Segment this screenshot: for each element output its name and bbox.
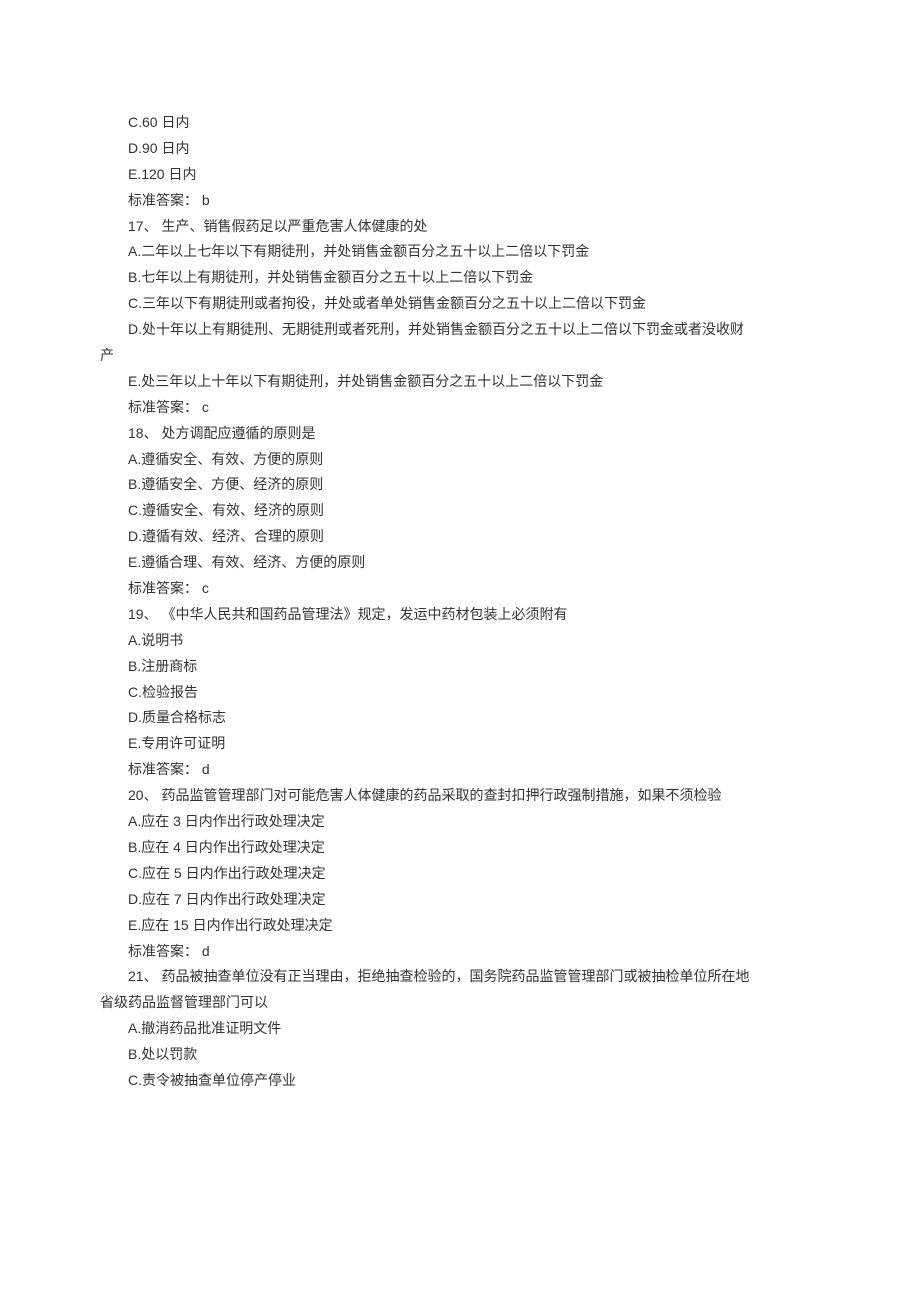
q16-option-c: C.60 日内 — [100, 110, 820, 136]
q19-option-b: B.注册商标 — [100, 654, 820, 680]
q19-option-c: C.检验报告 — [100, 680, 820, 706]
q17-option-d-part2: 产 — [100, 343, 820, 369]
q16-option-d: D.90 日内 — [100, 136, 820, 162]
q17-option-a: A.二年以上七年以下有期徒刑，并处销售金额百分之五十以上二倍以下罚金 — [100, 239, 820, 265]
q20-option-e: E.应在 15 日内作出行政处理决定 — [100, 913, 820, 939]
q20-option-d: D.应在 7 日内作出行政处理决定 — [100, 887, 820, 913]
q17-option-e: E.处三年以上十年以下有期徒刑，并处销售金额百分之五十以上二倍以下罚金 — [100, 369, 820, 395]
q18-option-b: B.遵循安全、方便、经济的原则 — [100, 472, 820, 498]
q18-option-a: A.遵循安全、有效、方便的原则 — [100, 447, 820, 473]
q18-answer: 标准答案： c — [100, 576, 820, 602]
q17-stem: 17、 生产、销售假药足以严重危害人体健康的处 — [100, 214, 820, 240]
q18-option-e: E.遵循合理、有效、经济、方便的原则 — [100, 550, 820, 576]
q17-option-c: C.三年以下有期徒刑或者拘役，并处或者单处销售金额百分之五十以上二倍以下罚金 — [100, 291, 820, 317]
q17-option-d-part1: D.处十年以上有期徒刑、无期徒刑或者死刑，并处销售金额百分之五十以上二倍以下罚金… — [100, 317, 820, 343]
q19-stem: 19、 《中华人民共和国药品管理法》规定，发运中药材包装上必须附有 — [100, 602, 820, 628]
q19-answer: 标准答案： d — [100, 757, 820, 783]
q19-option-e: E.专用许可证明 — [100, 731, 820, 757]
q20-option-b: B.应在 4 日内作出行政处理决定 — [100, 835, 820, 861]
q21-stem-part2: 省级药品监督管理部门可以 — [100, 990, 820, 1016]
q18-stem: 18、 处方调配应遵循的原则是 — [100, 421, 820, 447]
q16-option-e: E.120 日内 — [100, 162, 820, 188]
q16-answer: 标准答案： b — [100, 188, 820, 214]
q20-stem: 20、 药品监管管理部门对可能危害人体健康的药品采取的查封扣押行政强制措施，如果… — [100, 783, 820, 809]
q20-option-c: C.应在 5 日内作出行政处理决定 — [100, 861, 820, 887]
q18-option-c: C.遵循安全、有效、经济的原则 — [100, 498, 820, 524]
q17-option-b: B.七年以上有期徒刑，并处销售金额百分之五十以上二倍以下罚金 — [100, 265, 820, 291]
q21-option-a: A.撤消药品批准证明文件 — [100, 1016, 820, 1042]
q18-option-d: D.遵循有效、经济、合理的原则 — [100, 524, 820, 550]
q21-option-c: C.责令被抽查单位停产停业 — [100, 1068, 820, 1094]
q19-option-a: A.说明书 — [100, 628, 820, 654]
q20-answer: 标准答案： d — [100, 939, 820, 965]
q21-option-b: B.处以罚款 — [100, 1042, 820, 1068]
q17-answer: 标准答案： c — [100, 395, 820, 421]
q19-option-d: D.质量合格标志 — [100, 705, 820, 731]
q20-option-a: A.应在 3 日内作出行政处理决定 — [100, 809, 820, 835]
q21-stem-part1: 21、 药品被抽查单位没有正当理由，拒绝抽查检验的，国务院药品监管管理部门或被抽… — [100, 964, 820, 990]
